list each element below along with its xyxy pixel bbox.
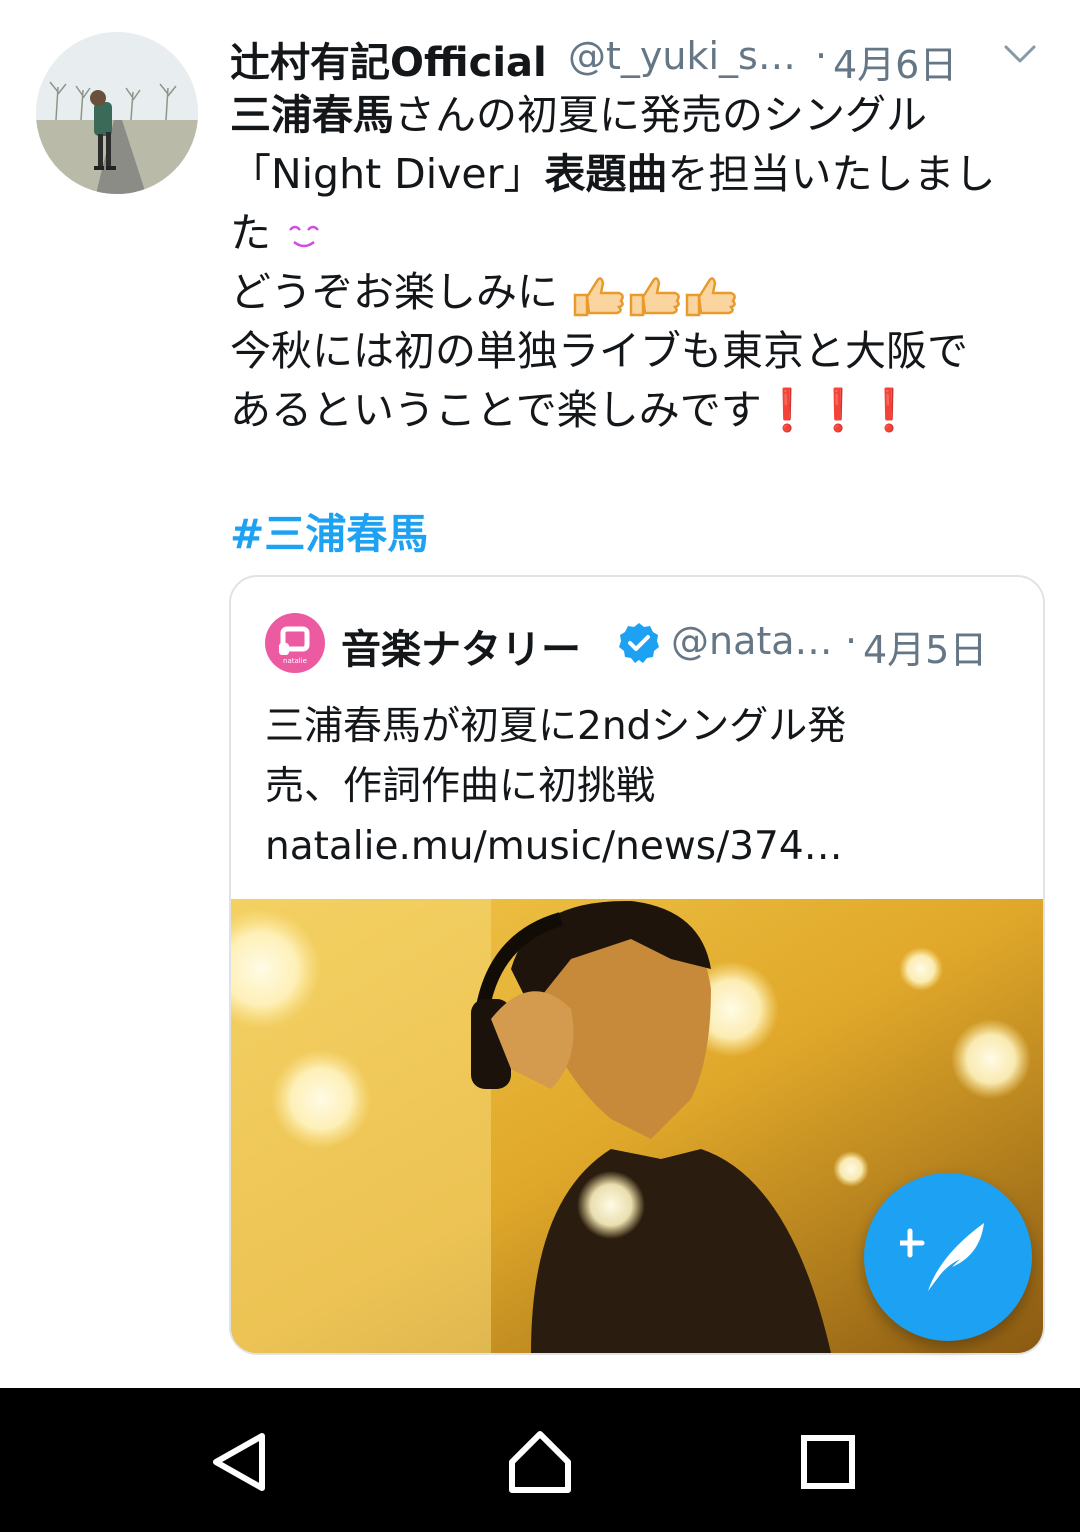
quoted-tweet-text: 三浦春馬が初夏に2ndシングル発 売、作詞作曲に初挑戦 natalie.mu/m…: [265, 697, 1005, 877]
hashtag-link[interactable]: #三浦春馬: [230, 500, 428, 560]
tweet-text-line: 「Night Diver」表題曲を担当いたしまし: [230, 145, 1050, 204]
exclamation-icon: ❗: [761, 386, 813, 434]
quoted-tweet-header: natalie 音楽ナタリー @nata… · 4月5日: [265, 611, 1025, 675]
home-icon[interactable]: [500, 1422, 580, 1502]
thumbs-up-icon: [629, 277, 680, 317]
tweet[interactable]: 辻村有記Official @t_yuki_s… · 4月6日 三浦春馬さんの初夏…: [0, 0, 1080, 1388]
mention-text: 三浦春馬: [230, 91, 394, 139]
system-navigation-bar: [0, 1388, 1080, 1532]
author-avatar[interactable]: [36, 32, 198, 194]
thumbs-up-icon: [573, 277, 624, 317]
verified-badge-icon: [619, 623, 659, 663]
tweet-text: 三浦春馬さんの初夏に発売のシングル 「Night Diver」表題曲を担当いたし…: [230, 86, 1050, 440]
thumbs-up-icon: [685, 277, 736, 317]
tweet-text-segment: さんの初夏に発売のシングル: [394, 91, 927, 139]
tweet-text-line: あるということで楽しみです❗❗❗: [230, 381, 1050, 440]
quoted-author-name[interactable]: 音楽ナタリー: [341, 617, 581, 675]
tweet-text-bold: 表題曲: [544, 150, 668, 198]
tweet-header: 辻村有記Official @t_yuki_s… · 4月6日: [230, 28, 1050, 87]
tweet-text-line: 三浦春馬さんの初夏に発売のシングル: [230, 86, 1050, 145]
back-triangle-icon[interactable]: [200, 1422, 280, 1502]
tweet-text-segment: を担当いたしまし: [667, 150, 996, 198]
author-name[interactable]: 辻村有記Official: [230, 30, 547, 88]
quoted-link[interactable]: natalie.mu/music/news/374…: [265, 817, 1005, 877]
exclamation-icon: ❗: [863, 386, 915, 434]
separator-dot: ·: [815, 34, 828, 78]
compose-tweet-icon: [900, 1223, 984, 1291]
quoted-text-line: 売、作詞作曲に初挑戦: [265, 764, 656, 809]
tweet-text-line: た: [230, 204, 1050, 263]
quoted-text-line: 三浦春馬が初夏に2ndシングル発: [265, 704, 847, 749]
smiling-face-icon: [289, 225, 320, 248]
tweet-text-segment: た: [230, 209, 271, 257]
logo-text: natalie: [283, 657, 307, 665]
natalie-logo-icon[interactable]: natalie: [265, 613, 325, 673]
separator-dot: ·: [845, 619, 858, 663]
tweet-timestamp[interactable]: 4月6日: [833, 34, 957, 89]
exclamation-icon: ❗: [812, 386, 864, 434]
recents-square-icon[interactable]: [788, 1422, 868, 1502]
tweet-text-line: 今秋には初の単独ライブも東京と大阪で: [230, 322, 1050, 381]
tweet-text-segment: あるということで楽しみです: [230, 386, 762, 434]
tweet-text-line: どうぞお楽しみに: [230, 263, 1050, 322]
compose-tweet-button[interactable]: [864, 1173, 1032, 1341]
tweet-text-segment: 今秋には初の単独ライブも東京と大阪で: [230, 327, 968, 375]
tweet-text-segment: 「Night Diver」: [230, 150, 545, 198]
quoted-author-handle[interactable]: @nata…: [671, 619, 833, 663]
author-handle[interactable]: @t_yuki_s…: [568, 34, 796, 78]
tweet-text-segment: どうぞお楽しみに: [230, 268, 558, 316]
chevron-down-icon[interactable]: [1000, 34, 1040, 74]
quoted-timestamp[interactable]: 4月5日: [863, 619, 987, 674]
